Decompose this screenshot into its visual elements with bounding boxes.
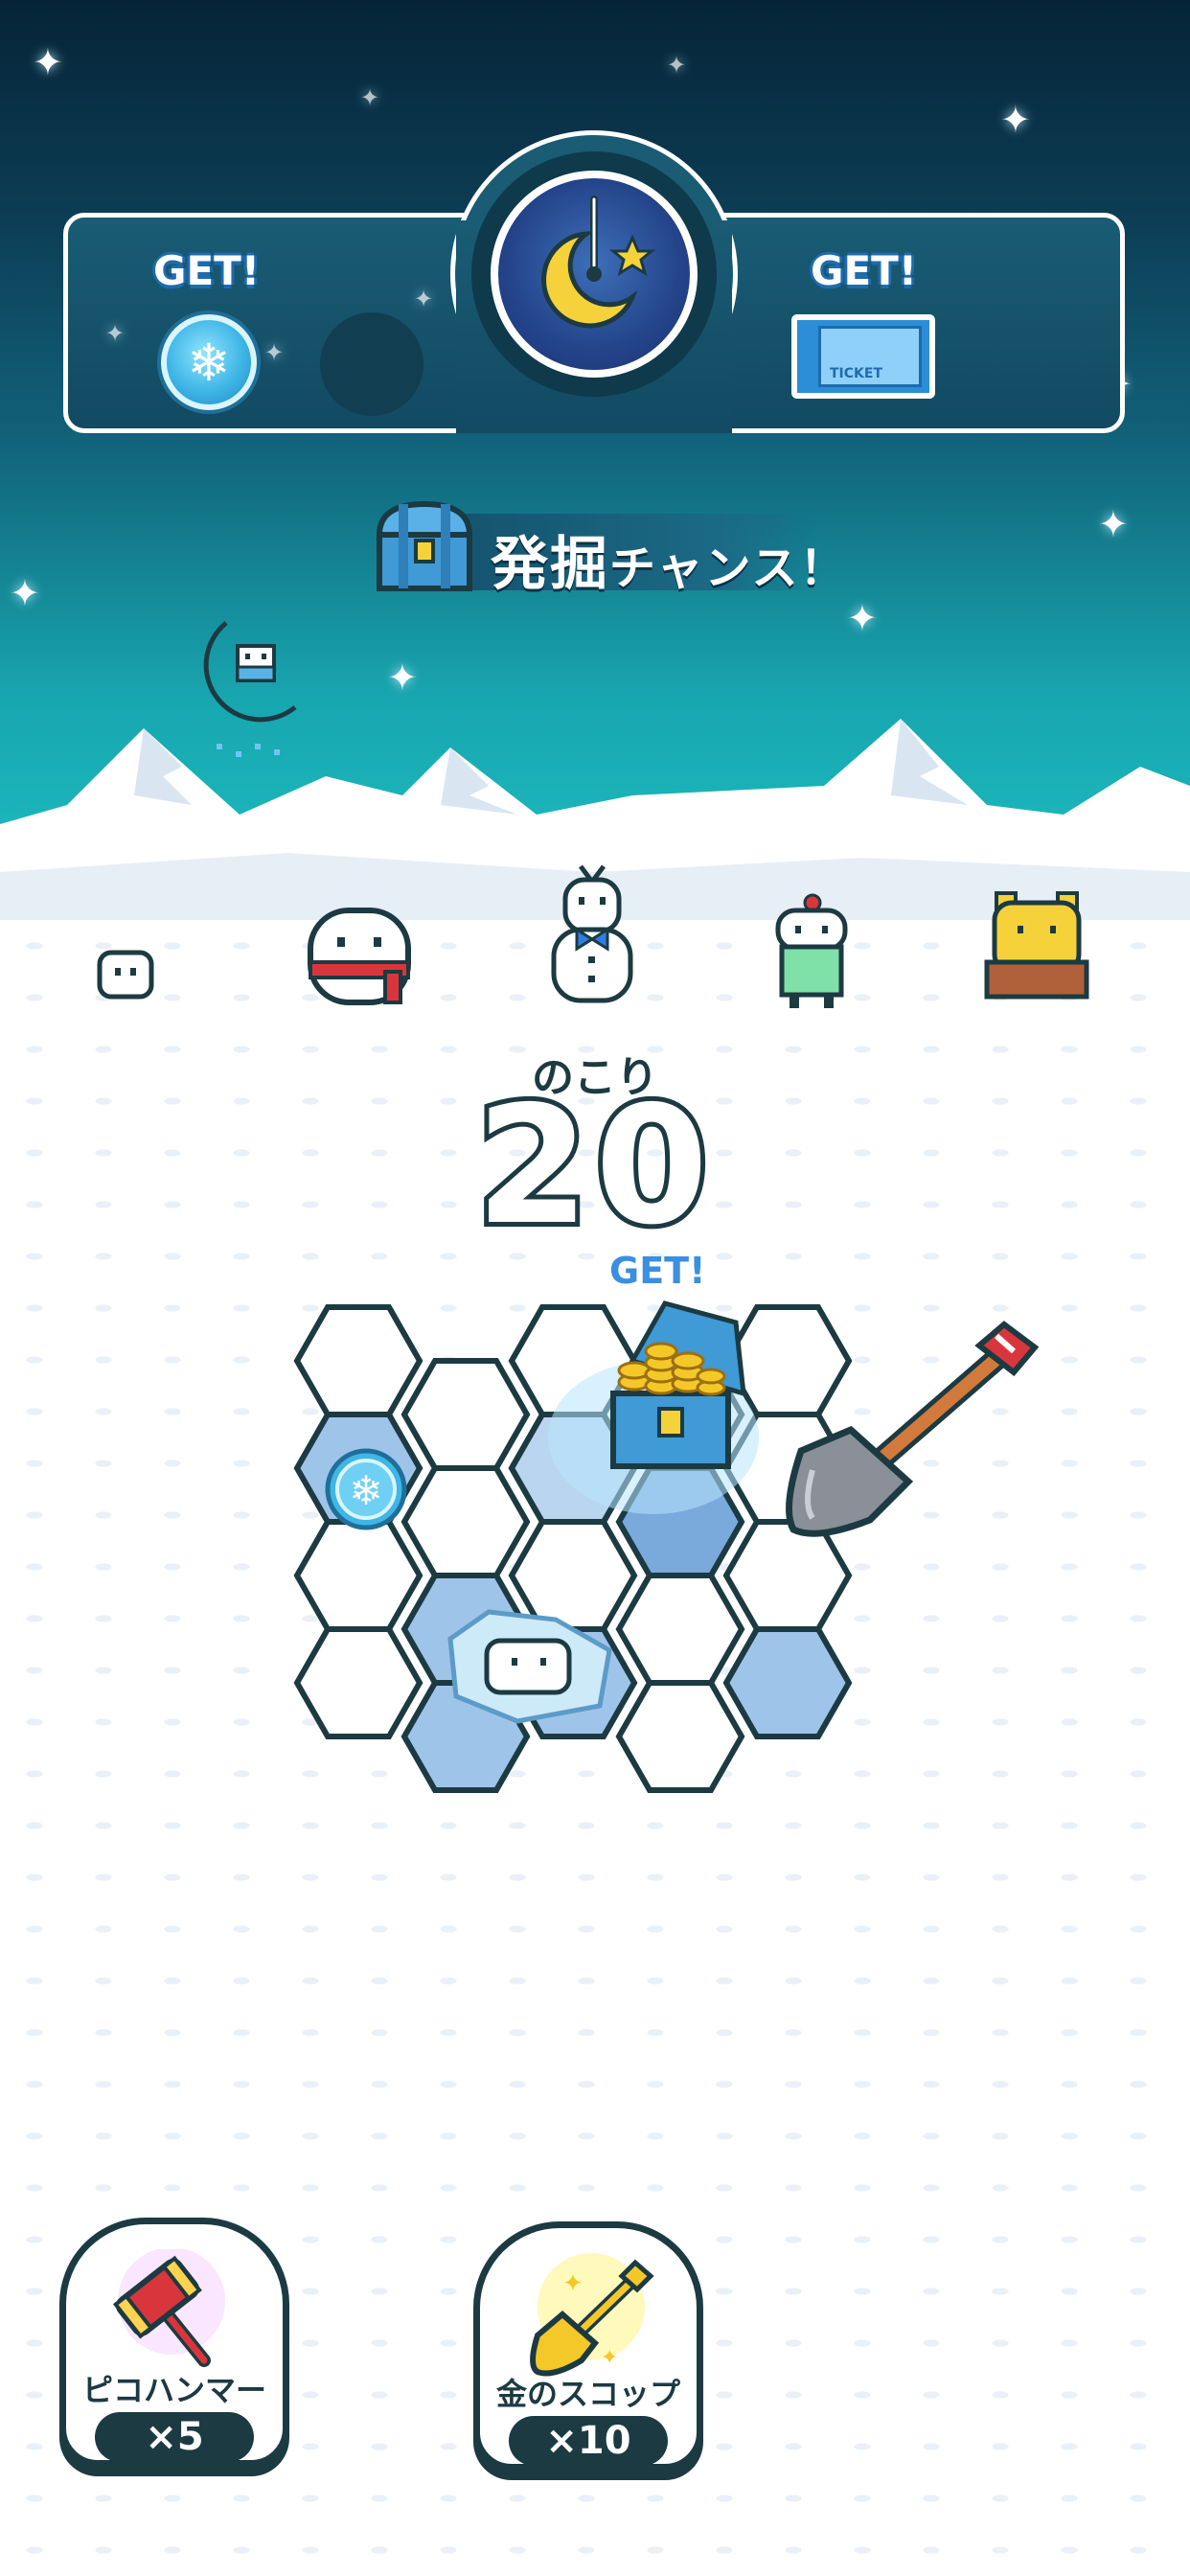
hex-tile-dug [722,1626,853,1739]
empty-reward-slot [320,312,423,416]
snowflake-coin-icon: ❄ [161,314,257,410]
hex-tile [293,1304,423,1417]
snowman-character [551,864,633,1003]
gold-shovel-item-button[interactable]: ✦ ✦ 金のスコップ ×10 [473,2221,703,2471]
ticket-label: TICKET [830,366,882,381]
star-icon: ✦ [33,41,63,83]
item-count-badge: ×10 [509,2416,668,2466]
hex-tile [293,1519,423,1632]
remaining-count: 20 [471,1071,715,1261]
sparkle-icon: ✦ [414,286,434,312]
hex-tile [400,1465,531,1578]
hex-tile [508,1519,638,1632]
hammer-icon [112,2249,225,2367]
star-icon: ✦ [360,84,380,111]
star-icon: ✦ [387,656,418,699]
ice-cream-character [775,893,848,1008]
item-label: ピコハンマー [81,2372,266,2408]
board-get-label: GET! [609,1250,706,1292]
star-icon: ✦ [847,597,878,639]
svg-text:✦: ✦ [562,2269,584,2298]
moon-icon [541,196,656,329]
sparkle-icon: ✦ [105,320,126,347]
star-icon: ✦ [1000,99,1031,141]
left-get-label: GET! [153,247,260,294]
banner-title: 発掘チャンス！ [491,518,848,601]
banner-title-main: 発掘 [491,531,609,598]
hex-tile [615,1573,745,1686]
moon-clock [471,151,717,397]
right-get-label: GET! [811,247,917,294]
svg-text:❄: ❄ [349,1467,382,1514]
treasure-chest-icon [376,500,473,591]
scarf-snowball-character [308,908,411,1005]
star-icon: ✦ [667,52,687,79]
gold-shovel-icon: ✦ ✦ [530,2253,654,2377]
item-label: 金のスコップ [495,2376,680,2412]
item-count-badge: ×5 [95,2412,254,2462]
star-icon: ✦ [1098,503,1129,545]
snowflake-coin-icon: ❄ [325,1448,407,1530]
banner-title-sub: チャンス！ [609,541,848,595]
hex-tile [615,1680,745,1793]
ticket-icon: TICKET [791,314,935,399]
yellow-bear-character [984,891,1089,1000]
small-snow-ghost-character [97,950,154,1000]
svg-text:✦: ✦ [601,2346,618,2370]
star-icon: ✦ [10,572,40,614]
gold-treasure-chest-icon [610,1300,746,1469]
hex-tile [400,1358,531,1471]
pico-hammer-item-button[interactable]: ピコハンマー ×5 [59,2218,289,2467]
shovel-cursor-icon [786,1321,1040,1537]
sparkle-icon: ✦ [264,339,285,366]
hex-tile [293,1626,423,1739]
